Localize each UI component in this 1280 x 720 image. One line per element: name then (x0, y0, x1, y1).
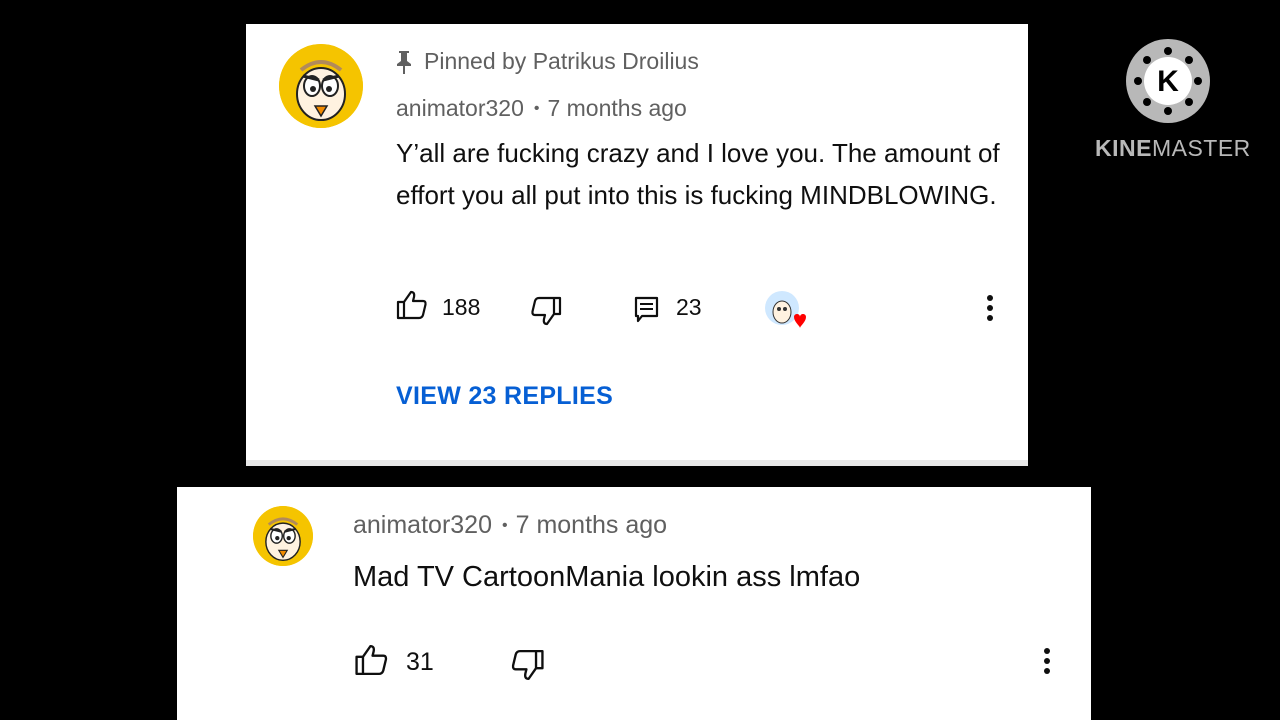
pin-icon (397, 50, 411, 74)
comment-meta: animator320 • 7 months ago (396, 95, 687, 122)
like-count: 188 (442, 294, 481, 320)
kinemaster-logo-letter: K (1157, 65, 1179, 98)
thumbs-down-icon[interactable] (530, 296, 562, 326)
comment-time: 7 months ago (515, 511, 668, 539)
more-options-icon[interactable] (986, 294, 994, 324)
pinned-comment-card: Pinned by Patrikus Droilius animator320 •… (246, 24, 1028, 466)
commenter-avatar[interactable] (253, 506, 313, 566)
thumbs-up-icon[interactable] (354, 644, 389, 676)
kinemaster-brand-first: KINE (1095, 135, 1152, 161)
view-replies-button[interactable]: VIEW 23 REPLIES (396, 382, 613, 411)
separator-dot: • (533, 100, 540, 117)
pinned-label: Pinned by Patrikus Droilius (394, 48, 699, 75)
kinemaster-wordmark: KINEMASTER (1095, 135, 1251, 162)
comment-time: 7 months ago (547, 95, 687, 121)
comment-meta: animator320 • 7 months ago (353, 511, 667, 540)
more-options-icon[interactable] (1043, 647, 1051, 677)
kinemaster-brand-second: MASTER (1151, 135, 1251, 161)
thumbs-up-icon[interactable] (396, 290, 428, 320)
pinned-by-text: Pinned by Patrikus Droilius (424, 48, 699, 74)
reply-count: 23 (676, 294, 702, 320)
divider (246, 460, 1028, 466)
like-count: 31 (406, 648, 434, 676)
commenter-avatar[interactable] (279, 44, 363, 128)
kinemaster-logo-icon: K (1126, 39, 1210, 123)
reply-comment-card: animator320 • 7 months ago Mad TV CartoonM… (177, 487, 1091, 720)
thumbs-down-icon[interactable] (510, 649, 545, 681)
comment-text: Y’all are fucking crazy and I love you. … (396, 138, 1000, 210)
separator-dot: • (501, 517, 508, 534)
comment-text: Mad TV CartoonMania lookin ass lmfao (353, 561, 861, 593)
creator-heart-icon (765, 291, 806, 328)
author-name[interactable]: animator320 (353, 511, 492, 539)
author-name[interactable]: animator320 (396, 95, 524, 121)
reply-icon[interactable] (634, 296, 660, 324)
